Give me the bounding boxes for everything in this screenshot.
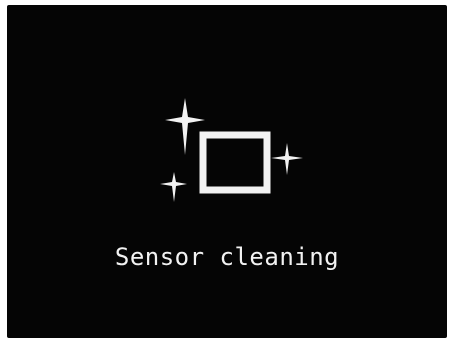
sensor-cleaning-icon xyxy=(160,98,303,202)
sparkle-small-icon xyxy=(160,172,187,202)
sensor-rectangle xyxy=(199,131,271,194)
sensor-cleaning-message: Sensor cleaning xyxy=(114,243,340,271)
sparkle-right-icon xyxy=(271,143,303,175)
sparkle-large-icon xyxy=(165,98,205,155)
camera-display-frame: Sensor cleaning xyxy=(0,0,454,345)
lcd-screen: Sensor cleaning xyxy=(7,5,447,338)
